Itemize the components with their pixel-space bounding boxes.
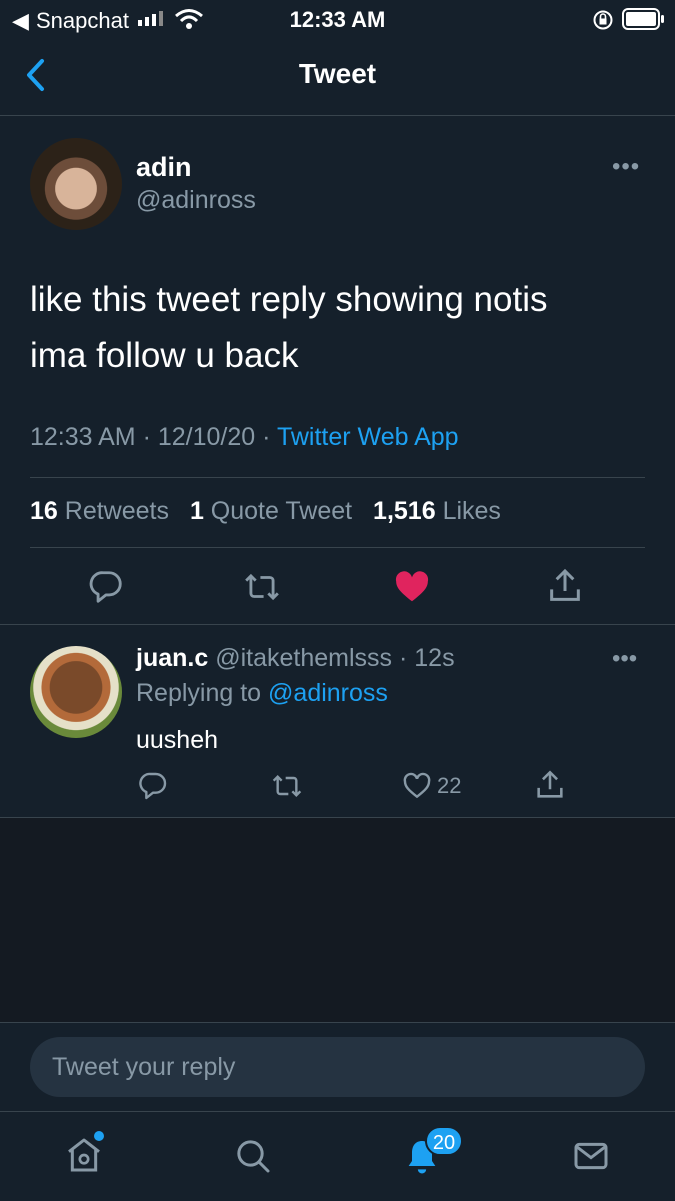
more-options-icon[interactable]: •••	[612, 645, 637, 673]
home-new-dot	[94, 1131, 104, 1141]
quote-label: Quote Tweet	[210, 497, 353, 525]
retweets-stat[interactable]: 16 Retweets	[30, 497, 169, 525]
replying-prefix: Replying to	[136, 679, 262, 707]
retweet-icon[interactable]	[270, 770, 304, 802]
lock-rotation-icon	[593, 10, 613, 30]
reply-input[interactable]: Tweet your reply	[30, 1037, 645, 1097]
mail-icon[interactable]	[571, 1136, 611, 1176]
reply-age: · 12s	[398, 644, 455, 672]
divider	[0, 624, 675, 625]
reply-icon[interactable]	[87, 568, 125, 606]
retweet-icon[interactable]	[242, 568, 282, 606]
page-title: Tweet	[298, 58, 377, 89]
home-icon[interactable]	[64, 1135, 104, 1175]
empty-timeline-area	[0, 818, 675, 1022]
avatar[interactable]	[30, 138, 122, 230]
divider	[30, 547, 645, 548]
share-icon[interactable]	[533, 768, 567, 802]
meta-separator: ·	[262, 423, 271, 451]
likes-stat[interactable]: 1,516 Likes	[373, 497, 501, 525]
reply-like-button[interactable]: 22	[401, 770, 461, 802]
reply-avatar[interactable]	[30, 646, 122, 738]
meta-separator: ·	[142, 423, 151, 451]
tweet-text-line: ima follow u back	[30, 336, 299, 375]
quote-stat[interactable]: 1 Quote Tweet	[190, 497, 352, 525]
reply-author-name[interactable]: juan.c	[136, 644, 208, 672]
quote-count: 1	[189, 497, 204, 525]
heart-outline-icon	[403, 772, 431, 799]
likes-count: 1,516	[373, 497, 436, 525]
reply-text: uusheh	[136, 726, 219, 754]
reply-icon[interactable]	[137, 770, 169, 802]
tweet-source-link[interactable]: Twitter Web App	[277, 423, 459, 451]
search-icon[interactable]	[233, 1136, 273, 1176]
divider	[30, 477, 645, 478]
reply-like-count: 22	[437, 773, 462, 798]
reply-header: juan.c @itakethemlsss · 12s	[136, 644, 455, 673]
tweet-time: 12:33 AM	[30, 423, 136, 451]
notifications-badge: 20	[425, 1126, 463, 1156]
tweet-stats: 16 Retweets 1 Quote Tweet 1,516 Likes	[30, 497, 515, 526]
replying-to-link[interactable]: @adinross	[268, 679, 388, 707]
reply-author-handle[interactable]: @itakethemlsss	[215, 644, 392, 672]
share-icon[interactable]	[545, 566, 585, 606]
tweet-meta: 12:33 AM · 12/10/20 · Twitter Web App	[30, 423, 459, 452]
retweets-count: 16	[30, 497, 58, 525]
battery-icon	[622, 8, 664, 30]
status-time: 12:33 AM	[289, 7, 386, 32]
more-options-icon[interactable]: •••	[612, 153, 640, 181]
replying-to: Replying to @adinross	[136, 679, 388, 708]
author-name[interactable]: adin	[136, 152, 192, 183]
tweet-date: 12/10/20	[157, 423, 256, 451]
retweets-label: Retweets	[64, 497, 169, 525]
heart-icon[interactable]	[392, 568, 432, 606]
tweet-text-line: like this tweet reply showing notis	[30, 280, 548, 319]
likes-label: Likes	[442, 497, 501, 525]
author-handle[interactable]: @adinross	[136, 186, 256, 215]
tweet-text: like this tweet reply showing notis ima …	[30, 272, 640, 384]
